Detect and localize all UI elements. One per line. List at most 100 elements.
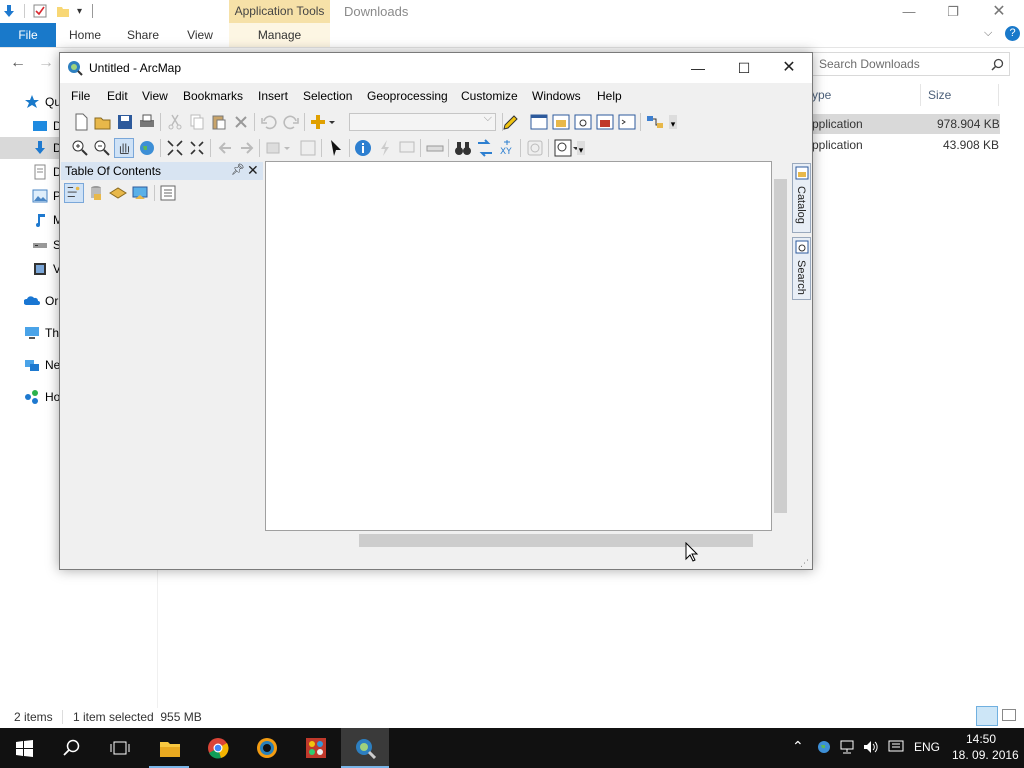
open-folder-icon[interactable] (93, 112, 113, 132)
forward-icon[interactable]: → (38, 54, 54, 72)
column-divider[interactable] (998, 84, 999, 106)
resize-grip-icon[interactable]: ⋰ (800, 558, 809, 569)
qat-dropdown-icon[interactable]: ▾ (77, 6, 82, 17)
copy-icon[interactable] (187, 112, 207, 132)
network-globe-icon[interactable] (817, 740, 831, 754)
tab-view[interactable]: View (178, 23, 222, 47)
properties-icon[interactable] (33, 4, 47, 18)
vertical-scroll-thumb[interactable] (774, 179, 787, 513)
redo-icon[interactable] (281, 112, 301, 132)
menu-edit[interactable]: Edit (107, 89, 128, 103)
menu-file[interactable]: File (71, 89, 90, 103)
menu-view[interactable]: View (142, 89, 168, 103)
menu-bookmarks[interactable]: Bookmarks (183, 89, 243, 103)
file-row[interactable]: pplication 978.904 KB (800, 114, 1000, 134)
catalog-window-icon[interactable] (551, 112, 571, 132)
measure-icon[interactable] (425, 138, 445, 158)
previous-extent-icon[interactable] (215, 138, 235, 158)
cut-icon[interactable] (165, 112, 185, 132)
list-by-selection-icon[interactable] (130, 183, 150, 203)
undo-icon[interactable] (259, 112, 279, 132)
select-features-icon[interactable] (264, 138, 292, 158)
file-row[interactable]: pplication 43.908 KB (800, 135, 1000, 155)
column-divider[interactable] (920, 84, 921, 106)
find-route-icon[interactable] (475, 138, 495, 158)
next-extent-icon[interactable] (237, 138, 257, 158)
list-by-visibility-icon[interactable] (108, 183, 128, 203)
toolbar-options-icon[interactable]: ▾ (669, 115, 677, 129)
new-folder-icon[interactable] (56, 4, 70, 18)
menu-selection[interactable]: Selection (303, 89, 352, 103)
tab-share[interactable]: Share (120, 23, 166, 47)
toolbar-options-icon[interactable]: ▾ (577, 141, 585, 155)
map-display[interactable] (265, 161, 772, 531)
delete-icon[interactable] (231, 112, 251, 132)
menu-customize[interactable]: Customize (461, 89, 518, 103)
menu-insert[interactable]: Insert (258, 89, 288, 103)
search-window-icon[interactable] (573, 112, 593, 132)
input-language[interactable]: ENG (914, 740, 940, 754)
column-size[interactable]: Size (928, 88, 951, 102)
back-icon[interactable]: ← (10, 54, 26, 72)
pan-hand-icon[interactable] (114, 138, 134, 158)
pin-icon[interactable]: 📌︎ (231, 163, 245, 176)
search-icon[interactable] (991, 58, 1004, 71)
taskbar-chrome[interactable] (194, 728, 242, 768)
tab-manage[interactable]: Manage (229, 23, 330, 47)
taskbar-arcmap[interactable] (341, 728, 389, 768)
full-extent-globe-icon[interactable] (137, 138, 157, 158)
list-by-drawing-order-icon[interactable] (64, 183, 84, 203)
download-arrow-icon[interactable] (2, 4, 16, 18)
windows-start-icon[interactable] (16, 740, 33, 757)
volume-icon[interactable] (863, 740, 879, 754)
network-wired-icon[interactable] (839, 740, 855, 754)
menu-geoprocessing[interactable]: Geoprocessing (367, 89, 448, 103)
minimize-button[interactable]: — (886, 0, 932, 23)
table-of-contents-icon[interactable] (529, 112, 549, 132)
arcmap-titlebar[interactable]: Untitled - ArcMap — ☐ ✕ (60, 53, 812, 83)
arctoolbox-icon[interactable] (595, 112, 615, 132)
arcmap-minimize-button[interactable]: — (675, 53, 721, 83)
tab-file[interactable]: File (0, 23, 56, 47)
add-data-icon[interactable] (309, 112, 337, 132)
help-icon[interactable]: ? (1005, 26, 1020, 41)
select-elements-arrow-icon[interactable] (326, 138, 346, 158)
list-by-source-icon[interactable] (86, 183, 106, 203)
search-side-tab[interactable]: Search (792, 237, 811, 300)
create-viewer-window-icon[interactable] (553, 138, 579, 158)
print-icon[interactable] (137, 112, 157, 132)
arcmap-maximize-button[interactable]: ☐ (721, 53, 767, 83)
identify-icon[interactable] (353, 138, 373, 158)
show-hidden-icons-chevron-icon[interactable]: ⌃ (792, 738, 804, 755)
clock-time[interactable]: 14:50 (966, 732, 996, 746)
menu-help[interactable]: Help (597, 89, 622, 103)
map-scale-combo[interactable] (349, 112, 496, 131)
column-type[interactable]: ype (812, 88, 831, 102)
search-input[interactable]: Search Downloads (810, 52, 1010, 76)
taskbar-file-explorer[interactable] (145, 728, 193, 768)
vertical-scrollbar[interactable] (772, 161, 789, 541)
toc-options-icon[interactable] (158, 183, 178, 203)
html-popup-icon[interactable] (397, 138, 417, 158)
large-icons-view-icon[interactable] (1002, 709, 1016, 721)
zoom-out-icon[interactable] (92, 138, 112, 158)
python-window-icon[interactable] (617, 112, 637, 132)
editor-toolbar-icon[interactable] (501, 112, 521, 132)
new-document-icon[interactable] (71, 112, 91, 132)
arcmap-close-button[interactable]: ✕ (766, 53, 812, 83)
zoom-in-icon[interactable] (70, 138, 90, 158)
modelbuilder-icon[interactable] (645, 112, 665, 132)
ribbon-expand-icon[interactable]: ⌵ (984, 27, 992, 40)
tab-home[interactable]: Home (62, 23, 108, 47)
clear-selection-icon[interactable] (298, 138, 318, 158)
close-button[interactable]: ✕ (976, 0, 1022, 23)
restore-button[interactable]: ❐ (930, 0, 976, 23)
toc-close-icon[interactable]: ✕ (247, 162, 259, 179)
fixed-zoom-out-icon[interactable] (187, 138, 207, 158)
taskbar-app-grid[interactable] (292, 728, 340, 768)
clock-date[interactable]: 18. 09. 2016 (952, 748, 1019, 762)
save-icon[interactable] (115, 112, 135, 132)
catalog-side-tab[interactable]: Catalog (792, 163, 811, 233)
task-view-icon[interactable] (109, 739, 131, 757)
details-view-icon[interactable] (976, 706, 998, 726)
